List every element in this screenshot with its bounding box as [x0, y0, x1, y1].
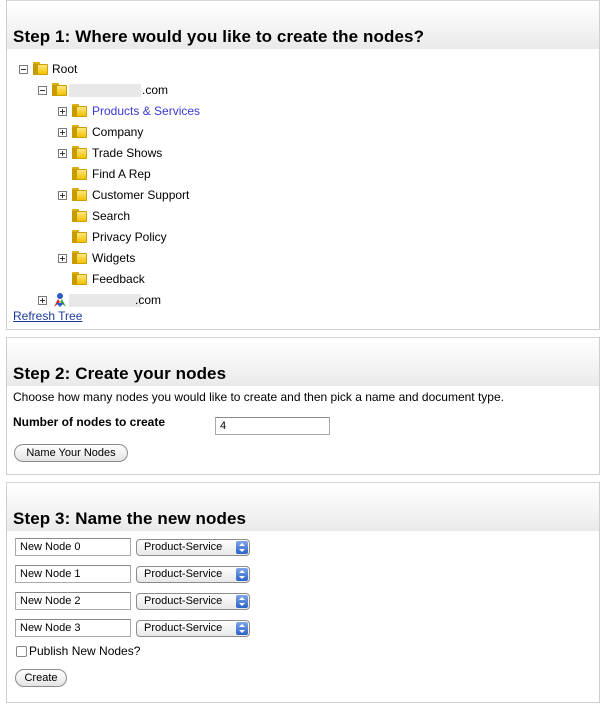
expand-icon[interactable] [58, 191, 67, 200]
publish-checkbox[interactable] [16, 646, 27, 657]
step2-header: Step 2: Create your nodes [7, 337, 599, 386]
document-type-select[interactable]: Product-Service [136, 539, 250, 556]
document-type-select[interactable]: Product-Service [136, 620, 250, 637]
step3-panel: Step 3: Name the new nodes Product-Servi… [6, 482, 600, 703]
node-name-input[interactable] [15, 565, 131, 583]
node-count-input[interactable] [215, 417, 330, 435]
expand-icon[interactable] [58, 149, 67, 158]
tree-node-site2[interactable]: .com [7, 290, 307, 310]
collapse-icon[interactable] [19, 65, 28, 74]
tree-node-privacy-policy[interactable]: Privacy Policy [7, 227, 307, 247]
tree-node-label: Company [92, 125, 144, 139]
folder-icon [33, 62, 48, 75]
tree-node-search[interactable]: Search [7, 206, 307, 226]
expand-icon[interactable] [58, 107, 67, 116]
expand-icon[interactable] [58, 254, 67, 263]
step1-title: Step 1: Where would you like to create t… [13, 27, 425, 46]
tree-node-label: Trade Shows [92, 146, 163, 160]
tree-node-label: .com [135, 293, 162, 307]
tree-node-label: Products & Services [92, 104, 201, 118]
tree-node-label: Search [92, 209, 131, 223]
tree-node-root[interactable]: Root [7, 59, 307, 79]
tree-node-label: Widgets [92, 251, 136, 265]
tree-node-label: Root [52, 62, 78, 76]
folder-icon [52, 83, 67, 96]
step3-header: Step 3: Name the new nodes [7, 482, 599, 531]
refresh-tree-link[interactable]: Refresh Tree [13, 309, 82, 323]
tree-node-label: Feedback [92, 272, 145, 286]
tree-node-products-services[interactable]: Products & Services [7, 101, 307, 121]
select-arrows-icon [236, 541, 248, 554]
collapse-icon[interactable] [38, 86, 47, 95]
tree-node-label: Privacy Policy [92, 230, 167, 244]
tree-node-find-a-rep[interactable]: Find A Rep [7, 164, 307, 184]
tree-node-label: Find A Rep [92, 167, 151, 181]
select-value: Product-Service [144, 595, 223, 607]
folder-icon [72, 272, 87, 285]
node-name-input[interactable] [15, 619, 131, 637]
site-icon [54, 293, 66, 307]
redacted-domain [69, 294, 141, 307]
step2-instructions: Choose how many nodes you would like to … [13, 390, 504, 404]
node-count-label: Number of nodes to create [13, 415, 166, 429]
tree-node-label: .com [142, 83, 169, 97]
folder-icon [72, 209, 87, 222]
folder-icon [72, 125, 87, 138]
step1-panel: Step 1: Where would you like to create t… [6, 0, 600, 330]
select-arrows-icon [236, 568, 248, 581]
tree-node-site1[interactable]: .com [7, 80, 307, 100]
step2-title: Step 2: Create your nodes [13, 364, 227, 383]
folder-icon [72, 104, 87, 117]
tree-node-company[interactable]: Company [7, 122, 307, 142]
node-name-input[interactable] [15, 538, 131, 556]
expand-icon[interactable] [38, 296, 47, 305]
folder-icon [72, 188, 87, 201]
create-button[interactable]: Create [15, 669, 67, 687]
select-arrows-icon [236, 622, 248, 635]
select-arrows-icon [236, 595, 248, 608]
redacted-domain [69, 84, 141, 97]
expand-icon[interactable] [58, 128, 67, 137]
tree-node-customer-support[interactable]: Customer Support [7, 185, 307, 205]
folder-icon [72, 251, 87, 264]
node-name-input[interactable] [15, 592, 131, 610]
tree-node-feedback[interactable]: Feedback [7, 269, 307, 289]
select-value: Product-Service [144, 541, 223, 553]
folder-icon [72, 167, 87, 180]
publish-label: Publish New Nodes? [29, 644, 141, 658]
tree-node-label: Customer Support [92, 188, 190, 202]
folder-icon [72, 146, 87, 159]
step2-panel: Step 2: Create your nodes Choose how man… [6, 337, 600, 475]
folder-icon [72, 230, 87, 243]
document-type-select[interactable]: Product-Service [136, 566, 250, 583]
document-type-select[interactable]: Product-Service [136, 593, 250, 610]
step3-title: Step 3: Name the new nodes [13, 509, 247, 528]
select-value: Product-Service [144, 568, 223, 580]
select-value: Product-Service [144, 622, 223, 634]
name-your-nodes-button[interactable]: Name Your Nodes [14, 444, 128, 462]
tree-node-widgets[interactable]: Widgets [7, 248, 307, 268]
step1-header: Step 1: Where would you like to create t… [7, 0, 599, 49]
tree-node-trade-shows[interactable]: Trade Shows [7, 143, 307, 163]
